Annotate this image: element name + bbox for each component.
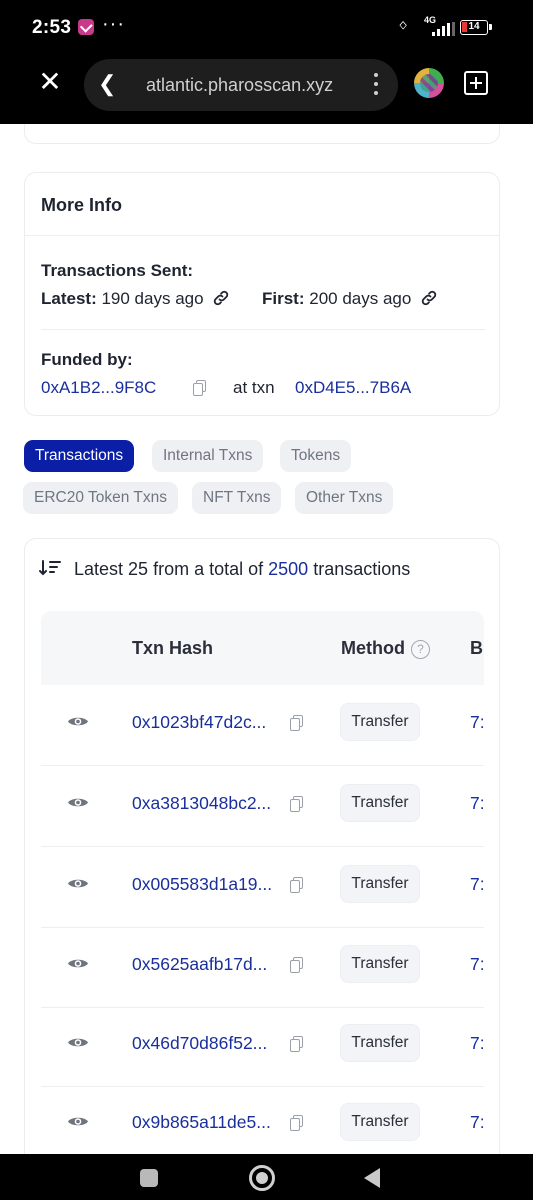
copy-icon[interactable] bbox=[290, 715, 304, 731]
add-tab-icon[interactable] bbox=[464, 71, 488, 95]
latest-value: 190 days ago bbox=[101, 289, 204, 308]
column-header-txn-hash: Txn Hash bbox=[132, 638, 214, 658]
battery-level: 14 bbox=[468, 21, 480, 32]
eye-icon[interactable] bbox=[67, 715, 89, 728]
copy-icon[interactable] bbox=[290, 1115, 304, 1131]
transactions-card: Latest 25 from a total of 2500 transacti… bbox=[24, 538, 500, 1154]
block-number-link[interactable]: 7: bbox=[470, 793, 484, 814]
method-badge: Transfer bbox=[340, 945, 420, 983]
block-number-link[interactable]: 7: bbox=[470, 1033, 484, 1054]
tab-nft-txns[interactable]: NFT Txns bbox=[192, 482, 282, 514]
table-row: 0x46d70d86f52... Transfer 7: bbox=[41, 1006, 484, 1087]
method-badge: Transfer bbox=[340, 1024, 420, 1062]
copy-icon[interactable] bbox=[290, 957, 304, 973]
eye-icon[interactable] bbox=[67, 1036, 89, 1049]
link-icon[interactable] bbox=[420, 289, 438, 307]
table-header: Txn Hash Method? B bbox=[41, 611, 484, 685]
txn-hash-link[interactable]: 0x9b865a11de5... bbox=[132, 1112, 271, 1133]
more-info-title: More Info bbox=[41, 195, 122, 215]
transactions-table: Txn Hash Method? B 0x1023bf47d2c... Trans… bbox=[41, 611, 484, 1154]
method-badge: Transfer bbox=[340, 784, 420, 822]
status-time: 2:53 bbox=[32, 17, 72, 38]
copy-icon[interactable] bbox=[290, 1036, 304, 1052]
summary-total[interactable]: 2500 bbox=[268, 559, 308, 579]
address-bar[interactable]: ❮ atlantic.pharosscan.xyz bbox=[84, 59, 398, 111]
txn-hash-link[interactable]: 0x5625aafb17d... bbox=[132, 954, 267, 975]
bluetooth-icon: ᛜ bbox=[398, 17, 409, 36]
divider bbox=[41, 329, 485, 330]
table-row: 0x5625aafb17d... Transfer 7: bbox=[41, 927, 484, 1008]
summary-suffix: transactions bbox=[313, 559, 411, 579]
more-vertical-icon[interactable] bbox=[374, 73, 378, 97]
recent-apps-icon[interactable] bbox=[140, 1169, 158, 1187]
tab-transactions[interactable]: Transactions bbox=[24, 440, 135, 472]
method-badge: Transfer bbox=[340, 703, 420, 741]
txn-hash-link[interactable]: 0x46d70d86f52... bbox=[132, 1033, 267, 1054]
copy-icon[interactable] bbox=[290, 796, 304, 812]
more-info-card: More Info Transactions Sent: Latest: 190… bbox=[24, 172, 500, 416]
back-icon[interactable] bbox=[364, 1168, 380, 1188]
funded-by-address-link[interactable]: 0xA1B2...9F8C bbox=[41, 378, 156, 398]
close-icon[interactable]: ✕ bbox=[38, 68, 62, 96]
summary-prefix: Latest 25 from a total of bbox=[74, 559, 264, 579]
tab-internal-txns[interactable]: Internal Txns bbox=[152, 440, 264, 472]
link-icon[interactable] bbox=[212, 289, 230, 307]
table-row: 0x1023bf47d2c... Transfer 7: bbox=[41, 685, 484, 766]
more-notifications-icon: ··· bbox=[102, 13, 125, 35]
sort-icon[interactable] bbox=[39, 559, 61, 577]
funding-txn-link[interactable]: 0xD4E5...7B6A bbox=[295, 378, 411, 398]
method-badge: Transfer bbox=[340, 1103, 420, 1141]
latest-sent: Latest: 190 days ago bbox=[41, 289, 230, 309]
column-header-method: Method? bbox=[341, 638, 430, 659]
eye-icon[interactable] bbox=[67, 877, 89, 890]
tab-tokens[interactable]: Tokens bbox=[280, 440, 352, 472]
table-row: 0xa3813048bc2... Transfer 7: bbox=[41, 766, 484, 847]
page-content: More Info Transactions Sent: Latest: 190… bbox=[0, 124, 533, 1154]
block-number-link[interactable]: 7: bbox=[470, 1112, 484, 1133]
app-notification-icon bbox=[78, 19, 94, 35]
copy-icon[interactable] bbox=[193, 380, 207, 396]
block-number-link[interactable]: 7: bbox=[470, 712, 484, 733]
url-text[interactable]: atlantic.pharosscan.xyz bbox=[146, 75, 333, 96]
copy-icon[interactable] bbox=[290, 877, 304, 893]
browser-toolbar: ✕ ❮ atlantic.pharosscan.xyz bbox=[0, 58, 533, 124]
tab-erc20-token-txns[interactable]: ERC20 Token Txns bbox=[23, 482, 178, 514]
status-bar: 2:53 ··· ᛜ 4G 14 bbox=[0, 0, 533, 58]
eye-icon[interactable] bbox=[67, 957, 89, 970]
signal-icon bbox=[432, 22, 456, 36]
latest-label: Latest: bbox=[41, 289, 97, 308]
block-number-link[interactable]: 7: bbox=[470, 954, 484, 975]
help-circle-icon[interactable]: ? bbox=[410, 640, 430, 659]
system-nav-bar bbox=[0, 1154, 533, 1200]
eye-icon[interactable] bbox=[67, 1115, 89, 1128]
txn-hash-link[interactable]: 0x005583d1a19... bbox=[132, 874, 272, 895]
divider bbox=[25, 235, 499, 236]
block-number-link[interactable]: 7: bbox=[470, 874, 484, 895]
profile-avatar[interactable] bbox=[414, 68, 444, 98]
eye-icon[interactable] bbox=[67, 796, 89, 809]
first-sent: First: 200 days ago bbox=[262, 289, 438, 309]
txn-hash-link[interactable]: 0x1023bf47d2c... bbox=[132, 712, 266, 733]
back-chevron-icon[interactable]: ❮ bbox=[98, 72, 116, 96]
method-badge: Transfer bbox=[340, 865, 420, 903]
column-header-block: B bbox=[470, 638, 483, 658]
home-icon[interactable] bbox=[249, 1165, 275, 1191]
table-row: 0x9b865a11de5... Transfer 7: bbox=[41, 1085, 484, 1154]
txn-hash-link[interactable]: 0xa3813048bc2... bbox=[132, 793, 271, 814]
funded-by-label: Funded by: bbox=[41, 350, 133, 369]
at-txn-label: at txn bbox=[233, 378, 275, 397]
first-label: First: bbox=[262, 289, 305, 308]
transactions-sent-label: Transactions Sent: bbox=[41, 261, 194, 280]
tab-other-txns[interactable]: Other Txns bbox=[295, 482, 394, 514]
battery-icon: 14 bbox=[460, 20, 492, 35]
first-value: 200 days ago bbox=[309, 289, 412, 308]
transactions-summary: Latest 25 from a total of 2500 transacti… bbox=[39, 559, 410, 580]
overview-card bbox=[24, 124, 500, 144]
table-row: 0x005583d1a19... Transfer 7: bbox=[41, 847, 484, 928]
